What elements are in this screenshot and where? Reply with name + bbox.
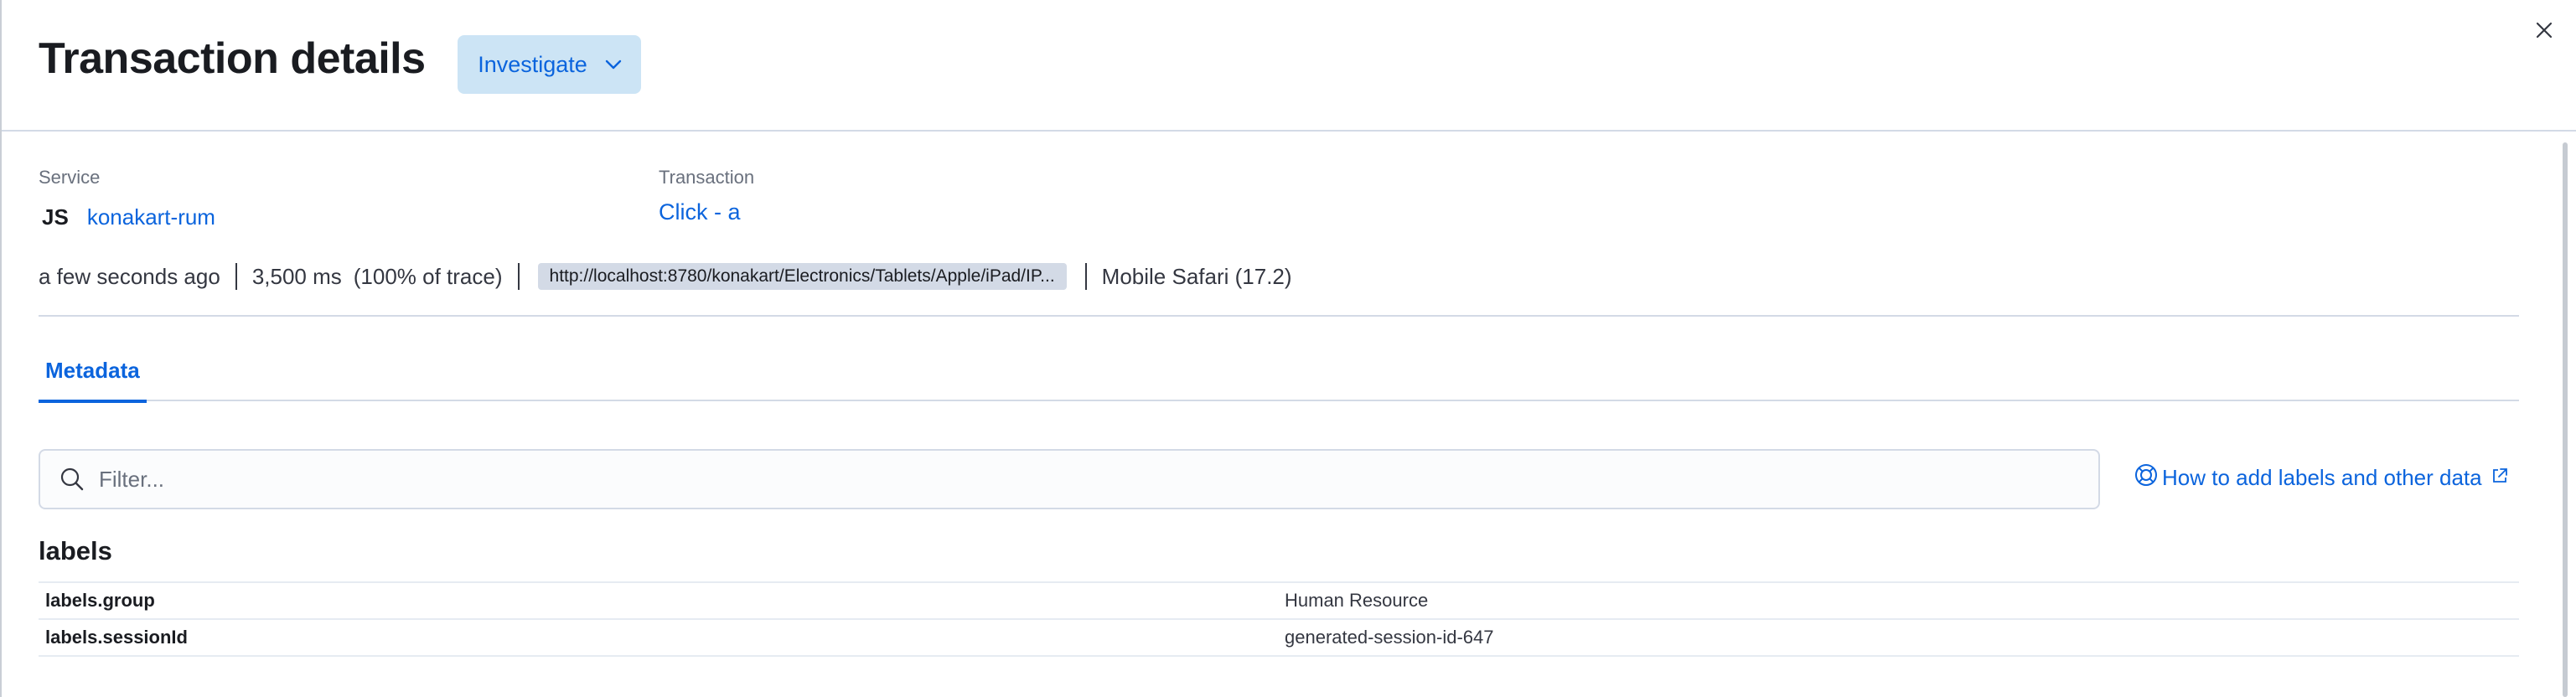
search-icon xyxy=(57,464,87,494)
flyout-header: Transaction details Investigate xyxy=(2,0,2576,132)
investigate-button[interactable]: Investigate xyxy=(458,35,641,94)
close-icon xyxy=(2534,20,2554,44)
help-lifebuoy-icon xyxy=(2134,462,2159,493)
chevron-down-icon xyxy=(603,54,624,75)
close-button[interactable] xyxy=(2527,15,2561,49)
transaction-summary: a few seconds ago 3,500 ms (100% of trac… xyxy=(39,260,1292,293)
table-row: labels.sessionId generated-session-id-64… xyxy=(39,618,2519,657)
duration: 3,500 ms xyxy=(251,263,342,289)
metadata-value: Human Resource xyxy=(1285,590,1429,611)
vertical-scrollbar[interactable] xyxy=(2563,142,2568,697)
help-link[interactable]: How to add labels and other data xyxy=(2134,462,2509,493)
external-link-icon xyxy=(2491,465,2509,491)
transaction-flyout: Transaction details Investigate Service … xyxy=(0,0,2576,697)
agent-js-icon: JS xyxy=(42,204,69,230)
divider xyxy=(39,315,2519,317)
table-row: labels.group Human Resource xyxy=(39,581,2519,618)
trace-percentage: (100% of trace) xyxy=(353,263,503,289)
url-badge[interactable]: http://localhost:8780/konakart/Electroni… xyxy=(537,263,1067,290)
service-field-label: Service xyxy=(39,167,101,188)
metadata-value: generated-session-id-647 xyxy=(1285,627,1494,648)
filter-field[interactable] xyxy=(39,449,2100,509)
transaction-field-label: Transaction xyxy=(659,167,755,188)
section-title: labels xyxy=(39,536,112,565)
metadata-key: labels.group xyxy=(45,590,155,611)
separator xyxy=(1084,263,1087,290)
separator xyxy=(235,263,237,290)
tab-bar: Metadata xyxy=(39,341,2519,403)
investigate-button-label: Investigate xyxy=(478,51,587,77)
help-link-label: How to add labels and other data xyxy=(2162,465,2482,490)
service-value: JS konakart-rum xyxy=(42,204,215,230)
page-title: Transaction details xyxy=(39,34,426,83)
filter-input[interactable] xyxy=(97,465,2028,493)
user-agent: Mobile Safari (17.2) xyxy=(1101,263,1292,289)
transaction-link[interactable]: Click - a xyxy=(659,199,741,225)
separator xyxy=(517,263,520,290)
tab-metadata-label: Metadata xyxy=(45,358,140,383)
service-link[interactable]: konakart-rum xyxy=(87,204,215,230)
metadata-key: labels.sessionId xyxy=(45,627,188,648)
timestamp: a few seconds ago xyxy=(39,263,220,289)
tab-metadata[interactable]: Metadata xyxy=(39,341,147,403)
metadata-table: labels.group Human Resource labels.sessi… xyxy=(39,581,2519,657)
